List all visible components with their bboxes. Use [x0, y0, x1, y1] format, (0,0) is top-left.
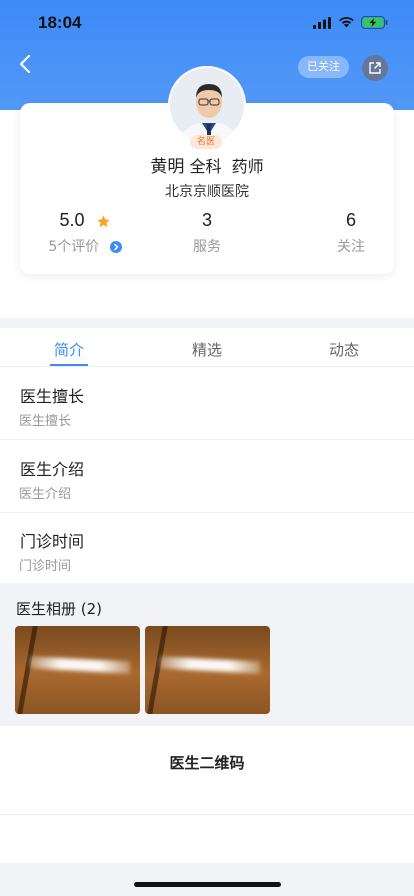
doctor-title: 药师 [231, 157, 264, 176]
section-introduction-title: 医生介绍 [20, 460, 85, 479]
battery-charging-icon [361, 16, 388, 29]
share-icon [369, 62, 381, 74]
section-clinic-hours-title: 门诊时间 [20, 532, 85, 551]
intro-sections: 医生擅长 医生擅长 医生介绍 医生介绍 门诊时间 门诊时间 [0, 367, 414, 583]
rating-value-row: 5.0 [45, 210, 125, 231]
doctor-album: 医生相册 (2) [0, 583, 414, 726]
qr-code-label: 医生二维码 [169, 754, 245, 772]
service-stat: 3 服务 [167, 210, 247, 256]
wifi-icon [339, 16, 354, 28]
doctor-hospital: 北京京顺医院 [165, 184, 249, 200]
photo-glare [160, 656, 260, 674]
album-photo[interactable] [145, 626, 270, 714]
follower-value: 6 [345, 210, 356, 230]
section-expertise-title: 医生擅长 [20, 387, 85, 406]
album-photo[interactable] [15, 626, 140, 714]
status-time: 18:04 [38, 13, 82, 32]
section-expertise: 医生擅长 医生擅长 [0, 367, 414, 440]
follow-button[interactable]: 已关注 [298, 56, 349, 78]
qr-code-row[interactable]: 医生二维码 [0, 726, 414, 814]
tab-activity[interactable]: 动态 [304, 339, 384, 360]
doctor-department: 全科 [189, 157, 222, 176]
bottom-panel [0, 815, 414, 863]
active-tab-indicator [50, 364, 88, 366]
section-introduction-value: 医生介绍 [19, 487, 72, 502]
service-value: 3 [201, 210, 212, 230]
rating-stat[interactable]: 5.0 5个评价 [45, 210, 125, 256]
photo-edge [17, 626, 38, 714]
cellular-signal-icon [313, 17, 331, 29]
photo-edge [147, 626, 168, 714]
follower-label: 关注 [337, 239, 365, 255]
section-clinic-hours-value: 门诊时间 [19, 559, 72, 574]
tab-featured[interactable]: 精选 [167, 339, 247, 360]
section-clinic-hours: 门诊时间 门诊时间 [0, 512, 414, 584]
review-count-label: 5个评价 [48, 239, 100, 255]
doctor-name-line: 黄明 全科 药师 [0, 152, 414, 177]
follower-stat: 6 关注 [311, 210, 391, 256]
home-indicator[interactable] [134, 882, 281, 887]
rating-label-row: 5个评价 [45, 236, 125, 256]
chevron-right-icon [109, 241, 122, 253]
doctor-avatar [168, 66, 246, 144]
album-title: 医生相册 (2) [16, 600, 103, 618]
section-introduction: 医生介绍 医生介绍 [0, 440, 414, 513]
rating-value: 5.0 [59, 210, 85, 230]
share-button[interactable] [362, 55, 388, 81]
doctor-name: 黄明 [150, 157, 185, 177]
service-label: 服务 [193, 239, 221, 255]
famous-doctor-badge: 名医 [190, 135, 222, 149]
tab-intro[interactable]: 简介 [29, 339, 109, 360]
status-bar: 18:04 [0, 0, 414, 46]
section-expertise-value: 医生擅长 [19, 414, 72, 429]
star-icon [96, 215, 110, 227]
photo-glare [30, 656, 130, 674]
profile-tabs: 简介 精选 动态 [0, 328, 414, 367]
back-button[interactable] [14, 52, 38, 76]
